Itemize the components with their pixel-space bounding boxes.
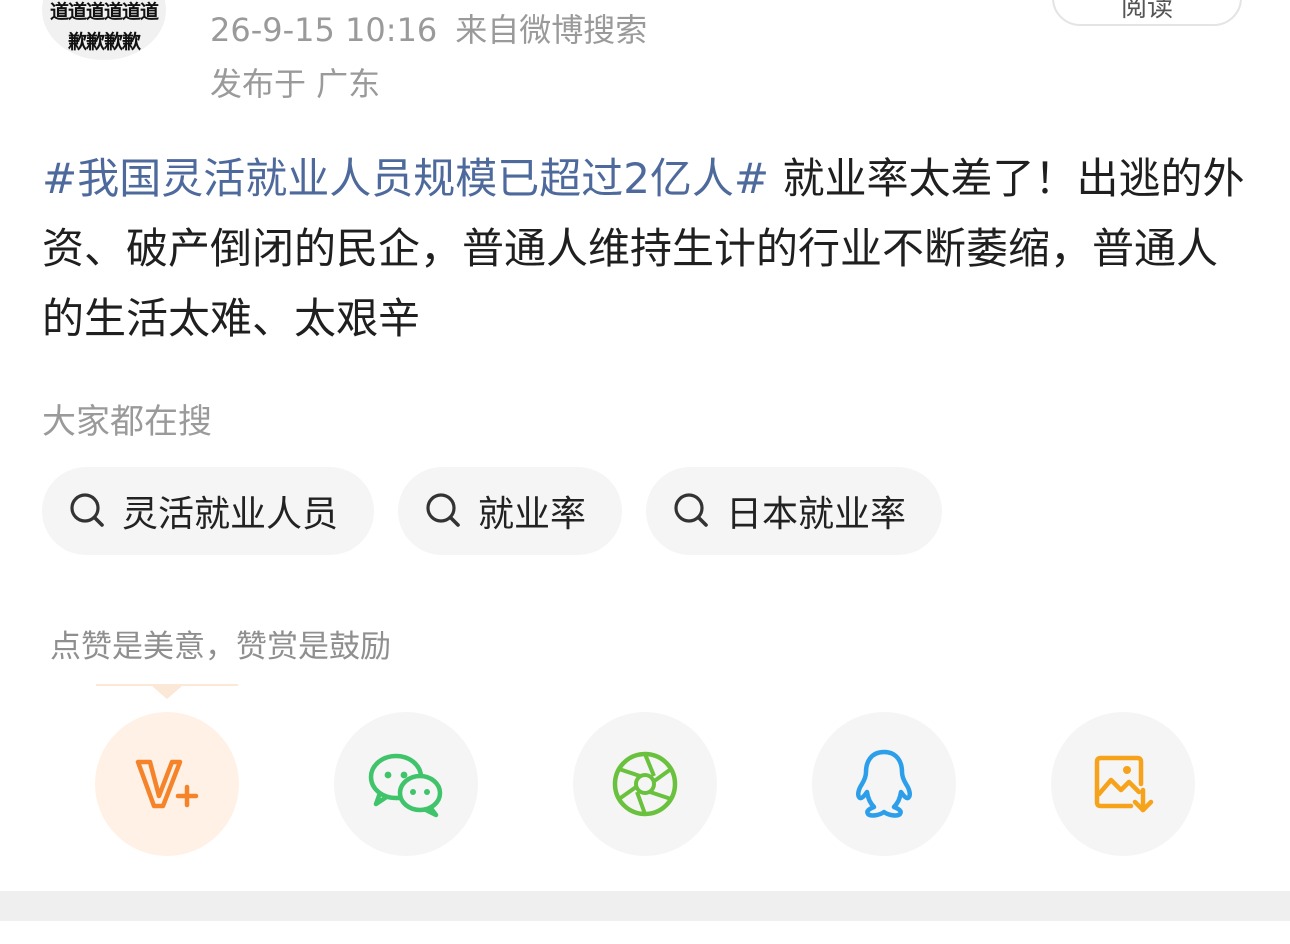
share-vip-button[interactable] xyxy=(95,712,239,856)
v-plus-icon xyxy=(135,759,199,809)
post-meta: 26-9-15 10:16 来自微博搜索 xyxy=(210,8,647,52)
bottom-divider xyxy=(0,891,1290,921)
post-timestamp: 26-9-15 10:16 xyxy=(210,11,438,49)
save-image-icon xyxy=(1094,755,1154,813)
tip-pointer xyxy=(152,686,182,699)
read-button[interactable]: 阅读 xyxy=(1052,0,1242,26)
qq-penguin-icon xyxy=(856,749,912,818)
search-chip[interactable]: 灵活就业人员 xyxy=(42,467,375,555)
post-source[interactable]: 来自微博搜索 xyxy=(455,11,647,49)
search-chip-label: 灵活就业人员 xyxy=(122,494,339,535)
search-chip-label: 日本就业率 xyxy=(726,494,907,535)
save-image-button[interactable] xyxy=(1051,712,1195,856)
weibo-post-page: 道道道道道道 歉歉歉歉 26-9-15 10:16 来自微博搜索 发布于 广东 阅… xyxy=(0,0,1290,944)
post-location: 发布于 广东 xyxy=(210,65,381,103)
search-chip[interactable]: 就业率 xyxy=(398,467,623,555)
search-icon xyxy=(70,493,104,527)
moments-aperture-icon xyxy=(612,751,678,817)
search-chip[interactable]: 日本就业率 xyxy=(646,467,943,555)
share-moments-button[interactable] xyxy=(573,712,717,856)
post-content: #我国灵活就业人员规模已超过2亿人# 就业率太差了！出逃的外资、破产倒闭的民企，… xyxy=(42,144,1252,354)
reward-tip: 点赞是美意，赞赏是鼓励 xyxy=(50,629,391,665)
share-qq-button[interactable] xyxy=(812,712,956,856)
wechat-icon xyxy=(368,753,443,818)
avatar-text-line2: 歉歉歉歉 xyxy=(67,31,141,53)
trending-search-title: 大家都在搜 xyxy=(42,402,212,442)
post-hashtag[interactable]: #我国灵活就业人员规模已超过2亿人# xyxy=(42,154,769,203)
search-icon xyxy=(674,493,708,527)
search-chip-label: 就业率 xyxy=(478,494,587,535)
search-icon xyxy=(426,493,460,527)
avatar-text-line1: 道道道道道道 xyxy=(49,1,159,23)
read-button-label: 阅读 xyxy=(1120,0,1173,23)
share-wechat-button[interactable] xyxy=(334,712,478,856)
trending-search-chips: 灵活就业人员 就业率 日本就业率 xyxy=(42,467,943,555)
avatar[interactable]: 道道道道道道 歉歉歉歉 xyxy=(42,0,166,60)
